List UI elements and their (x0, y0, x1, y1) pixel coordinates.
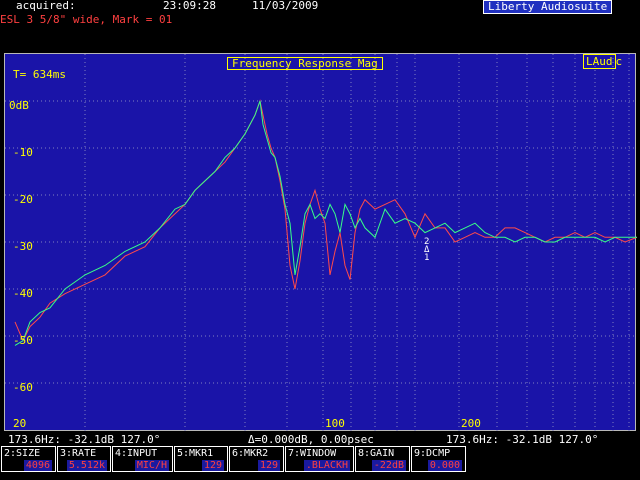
fkey-dcmp[interactable]: 9:DCMP 0.000 (411, 446, 466, 472)
acquired-time: 23:09:28 (163, 0, 216, 12)
fkey-window[interactable]: 7:WINDOW .BLACKH (285, 446, 354, 472)
fkey-mkr2-label: 6:MKR2 (232, 448, 269, 459)
laud-logo: LAud c (583, 54, 623, 69)
frequency-response-plot[interactable]: Frequency Response Mag LAud c T= 634ms 0d… (4, 53, 637, 432)
x-label-100: 100 (325, 417, 345, 430)
measurement-subtitle: ESL 3 5/8" wide, Mark = 01 (0, 13, 173, 26)
fkey-gain-value: -22dB (371, 460, 406, 471)
time-window-label: T= 634ms (13, 68, 66, 81)
plot-grid (5, 54, 637, 432)
y-label-60: -60 (13, 381, 33, 394)
y-label-0: 0dB (9, 99, 29, 112)
fkey-rate[interactable]: 3:RATE 5.512k (57, 446, 111, 472)
fkey-input-label: 4:INPUT (115, 448, 158, 459)
fkey-input[interactable]: 4:INPUT MIC/H (112, 446, 173, 472)
fkey-mkr2[interactable]: 6:MKR2 129 (229, 446, 284, 472)
acquired-label: acquired: (16, 0, 76, 12)
fkey-window-value: .BLACKH (303, 460, 350, 471)
brand-label: Liberty Audiosuite (483, 0, 613, 14)
fkey-mkr1-label: 5:MKR1 (177, 448, 214, 459)
x-label-20: 20 (13, 417, 27, 430)
y-label-40: -40 (13, 287, 33, 300)
marker2-readout: 173.6Hz: -32.1dB 127.0° (446, 433, 599, 446)
y-label-20: -20 (13, 193, 33, 206)
fkey-size-value: 4096 (23, 460, 52, 471)
fkey-dcmp-value: 0.000 (427, 460, 462, 471)
plot-traces (14, 99, 637, 346)
fkey-dcmp-label: 9:DCMP (414, 448, 451, 459)
delta-readout: Δ=0.000dB, 0.00psec (248, 433, 374, 446)
fkey-mkr1[interactable]: 5:MKR1 129 (174, 446, 228, 472)
marker-1-label: 1 (424, 253, 430, 263)
fkey-mkr1-value: 129 (201, 460, 224, 471)
y-label-30: -30 (13, 240, 33, 253)
fkey-size[interactable]: 2:SIZE 4096 (1, 446, 56, 472)
plot-canvas[interactable] (5, 54, 637, 432)
fkey-size-label: 2:SIZE (4, 448, 41, 459)
laud-logo-text: LAud (583, 54, 616, 69)
fkey-rate-label: 3:RATE (60, 448, 97, 459)
fkey-gain-label: 8:GAIN (358, 448, 395, 459)
x-label-200: 200 (461, 417, 481, 430)
marker-readout[interactable]: 2 Δ 1 (424, 238, 430, 263)
response-trace-1 (14, 99, 637, 342)
fkey-rate-value: 5.512k (66, 460, 107, 471)
acquired-date: 11/03/2009 (252, 0, 319, 12)
marker1-readout: 173.6Hz: -32.1dB 127.0° (8, 433, 161, 446)
fkey-window-label: 7:WINDOW (288, 448, 337, 459)
fkey-input-value: MIC/H (134, 460, 169, 471)
y-label-10: -10 (13, 146, 33, 159)
plot-title: Frequency Response Mag (227, 57, 383, 70)
fkey-mkr2-value: 129 (257, 460, 280, 471)
y-label-50: -50 (13, 334, 33, 347)
fkey-gain[interactable]: 8:GAIN -22dB (355, 446, 410, 472)
response-trace-2 (14, 100, 637, 346)
laud-logo-sub: c (615, 55, 623, 68)
